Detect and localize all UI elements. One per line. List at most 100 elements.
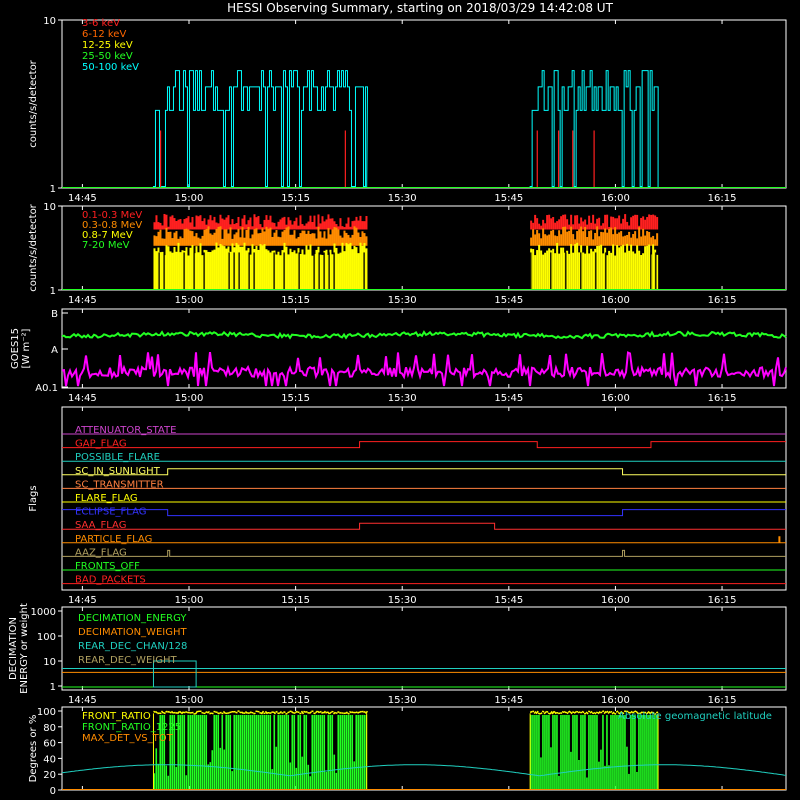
- bar-0-1-0-3-MeV: [602, 223, 605, 230]
- bar-0-1-0-3-MeV: [590, 222, 593, 230]
- bar-0-1-0-3-MeV: [215, 222, 218, 230]
- front-ratio-mark: [344, 711, 348, 715]
- bar-0-8-7-MeV: [556, 242, 559, 290]
- front-ratio-1225-bar: [584, 714, 586, 790]
- front-ratio-mark: [287, 711, 290, 714]
- bar-0-3-0-8-MeV: [618, 232, 621, 246]
- bar-0-3-0-8-MeV: [155, 236, 158, 246]
- flag-label: SAA_FLAG: [75, 520, 126, 531]
- bar-0-8-7-MeV: [652, 244, 655, 290]
- bar-0-1-0-3-MeV: [634, 214, 637, 230]
- legend-entry: 3-6 keV: [82, 18, 120, 29]
- bar-0-8-7-MeV: [588, 253, 591, 290]
- bar-0-1-0-3-MeV: [205, 224, 208, 230]
- front-ratio-mark: [573, 711, 577, 714]
- front-ratio-1225-bar: [247, 714, 250, 790]
- front-ratio-mark: [275, 710, 278, 713]
- bar-0-1-0-3-MeV: [239, 226, 242, 230]
- front-ratio-1225-bar: [197, 714, 200, 790]
- flag-label: AAZ_FLAG: [75, 547, 127, 558]
- bar-0-1-0-3-MeV: [351, 221, 354, 230]
- time-tick-label: 14:45: [68, 393, 97, 404]
- front-ratio-1225-bar: [241, 714, 244, 790]
- bar-0-3-0-8-MeV: [273, 232, 276, 246]
- front-ratio-mark: [319, 710, 322, 714]
- front-ratio-1225-bar: [361, 714, 364, 790]
- bar-0-1-0-3-MeV: [548, 214, 551, 230]
- bar-0-1-0-3-MeV: [169, 216, 172, 230]
- bar-0-3-0-8-MeV: [321, 237, 324, 246]
- bar-0-3-0-8-MeV: [171, 238, 174, 246]
- bar-0-8-7-MeV: [219, 244, 222, 290]
- bar-0-8-7-MeV: [161, 251, 164, 290]
- bar-0-3-0-8-MeV: [538, 233, 541, 246]
- front-ratio-mark: [180, 711, 185, 715]
- bar-0-1-0-3-MeV: [223, 219, 226, 230]
- bar-0-3-0-8-MeV: [305, 233, 308, 246]
- front-ratio-mark: [157, 712, 160, 715]
- legend-entry: FRONT_RATIO_1225: [82, 722, 181, 733]
- flag-label: SC_TRANSMITTER: [75, 479, 164, 490]
- bar-0-3-0-8-MeV: [307, 230, 310, 246]
- front-ratio-1225-bar: [259, 714, 262, 790]
- bar-0-1-0-3-MeV: [255, 217, 258, 230]
- bar-0-8-7-MeV: [201, 255, 204, 290]
- bar-0-8-7-MeV: [349, 242, 352, 290]
- front-ratio-1225-bar: [343, 714, 346, 790]
- bar-0-3-0-8-MeV: [634, 231, 637, 246]
- front-ratio-1225-bar: [207, 764, 210, 790]
- bar-0-8-7-MeV: [632, 251, 635, 290]
- front-ratio-1225-bar: [630, 714, 632, 790]
- time-tick-label: 14:45: [68, 295, 97, 306]
- front-ratio-mark: [179, 710, 182, 714]
- front-ratio-1225-bar: [283, 714, 286, 790]
- front-ratio-mark: [363, 710, 366, 714]
- front-ratio-1225-bar: [638, 714, 640, 790]
- bar-0-1-0-3-MeV: [365, 216, 368, 230]
- bar-0-8-7-MeV: [291, 252, 294, 290]
- flag-line-aaz_flag: [62, 549, 786, 557]
- front-ratio-mark: [160, 710, 165, 714]
- bar-0-1-0-3-MeV: [618, 215, 621, 230]
- bar-0-3-0-8-MeV: [303, 230, 306, 246]
- gap-mark: [183, 252, 185, 290]
- bar-0-8-7-MeV: [636, 245, 639, 290]
- bar-0-8-7-MeV: [347, 244, 350, 290]
- bar-0-8-7-MeV: [185, 247, 188, 290]
- bar-0-3-0-8-MeV: [564, 226, 567, 246]
- bar-0-8-7-MeV: [155, 251, 158, 290]
- front-ratio-1225-bar: [550, 747, 552, 790]
- bar-0-8-7-MeV: [223, 246, 226, 290]
- flag-line-saa_flag: [62, 522, 786, 530]
- bar-0-8-7-MeV: [630, 244, 633, 290]
- front-ratio-1225-bar: [235, 714, 238, 790]
- bar-0-3-0-8-MeV: [293, 230, 296, 246]
- bar-0-3-0-8-MeV: [616, 233, 619, 246]
- bar-0-3-0-8-MeV: [297, 236, 300, 246]
- front-ratio-mark: [603, 710, 607, 715]
- bar-0-1-0-3-MeV: [626, 221, 629, 230]
- front-ratio-1225-bar: [656, 714, 658, 790]
- bar-0-8-7-MeV: [552, 248, 555, 290]
- front-ratio-mark: [539, 712, 543, 715]
- front-ratio-1225-bar: [229, 714, 232, 790]
- bar-0-1-0-3-MeV: [161, 225, 164, 230]
- legend-entry: DECIMATION_WEIGHT: [78, 627, 187, 638]
- bar-0-3-0-8-MeV: [201, 235, 204, 246]
- front-ratio-1225-bar: [644, 714, 646, 790]
- bar-0-8-7-MeV: [343, 251, 346, 290]
- bar-0-1-0-3-MeV: [175, 220, 178, 230]
- bar-0-3-0-8-MeV: [191, 231, 194, 246]
- bar-0-3-0-8-MeV: [175, 231, 178, 246]
- bar-0-8-7-MeV: [301, 249, 304, 290]
- front-ratio-1225-bar: [233, 714, 236, 790]
- bar-0-1-0-3-MeV: [568, 224, 571, 230]
- bar-0-3-0-8-MeV: [189, 230, 192, 246]
- bar-0-1-0-3-MeV: [345, 223, 348, 230]
- panel-lc-high: 14:45 15:00 15:15 15:30 15:45 16:00 16:15 count…: [28, 202, 787, 306]
- flag-line-sc_in_sunlight: [62, 468, 786, 476]
- bar-0-3-0-8-MeV: [161, 238, 164, 246]
- bar-0-3-0-8-MeV: [590, 230, 593, 246]
- bar-0-8-7-MeV: [255, 245, 258, 290]
- time-tick-label: 14:45: [68, 595, 97, 606]
